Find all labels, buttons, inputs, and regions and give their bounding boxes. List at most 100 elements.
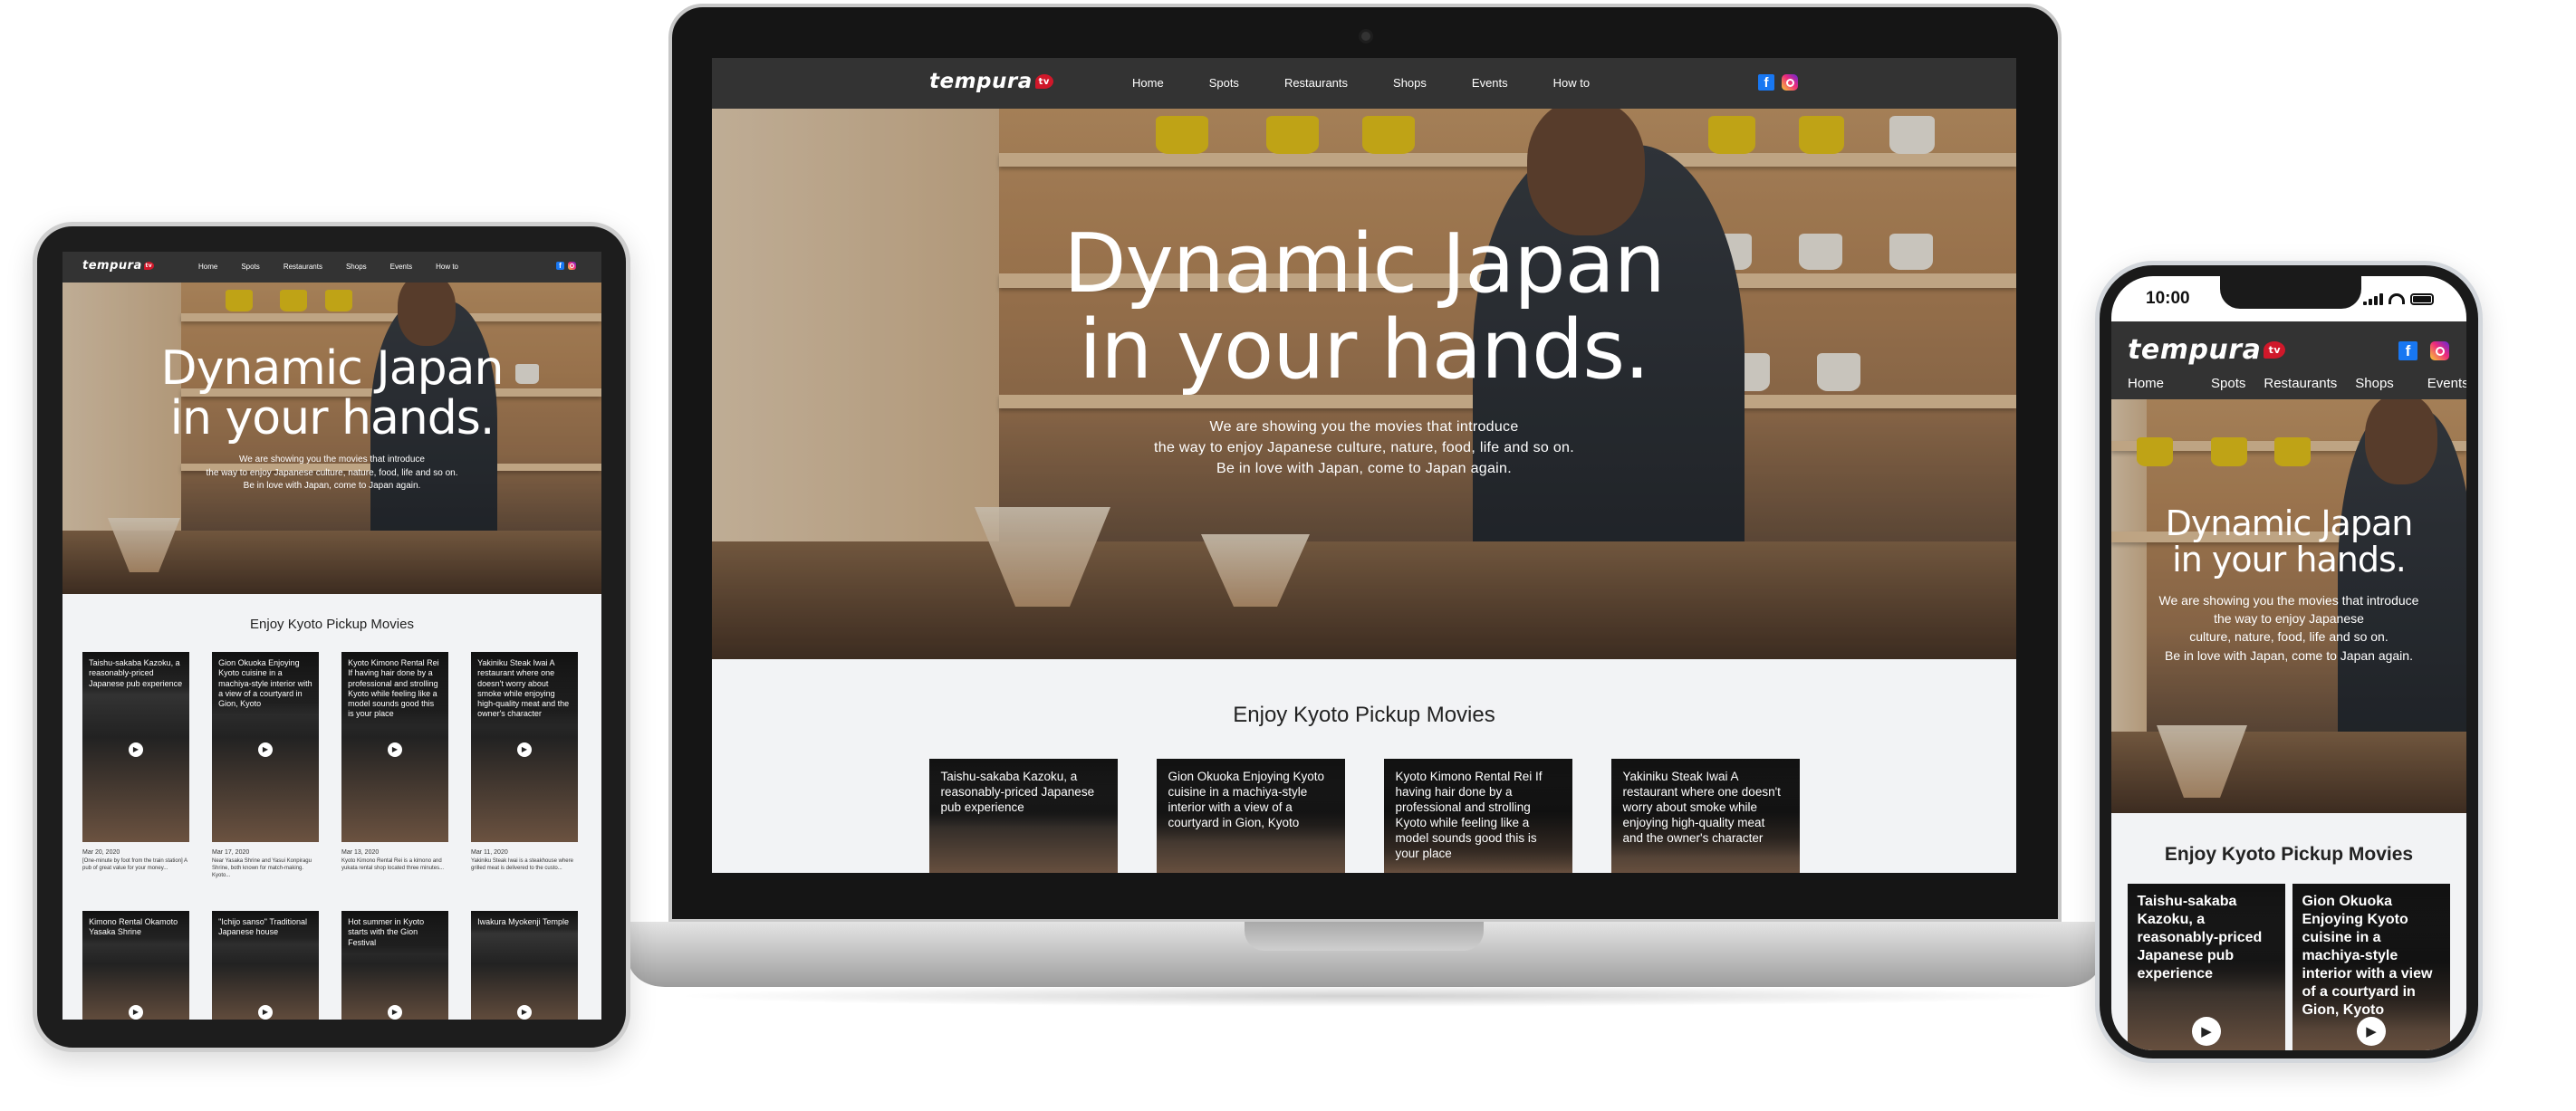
movie-card[interactable]: Yakiniku Steak Iwai A restaurant where o… bbox=[1611, 759, 1800, 873]
instagram-icon[interactable] bbox=[1782, 74, 1798, 91]
play-icon[interactable]: ▶ bbox=[388, 742, 402, 757]
movie-card[interactable]: Iwakura Myokenji Temple ▶ bbox=[471, 911, 578, 1020]
hero-desc-line3: Be in love with Japan, come to Japan aga… bbox=[1216, 461, 1512, 477]
nav-shops[interactable]: Shops bbox=[1393, 76, 1427, 90]
movie-card[interactable]: "Ichijo sanso" Traditional Japanese hous… bbox=[212, 911, 319, 1020]
nav-how-to[interactable]: How to bbox=[436, 263, 458, 271]
movie-card[interactable]: Kyoto Kimono Rental Rei If having hair d… bbox=[341, 652, 448, 842]
pickup-section: Enjoy Kyoto Pickup Movies Taishu-sakaba … bbox=[62, 594, 601, 1020]
pickup-section: Enjoy Kyoto Pickup Movies Taishu-sakaba … bbox=[2111, 813, 2466, 1050]
hero-desc-line2: the way to enjoy Japanese bbox=[2214, 611, 2364, 627]
play-icon[interactable]: ▶ bbox=[517, 1004, 532, 1020]
nav-home[interactable]: Home bbox=[1132, 76, 1164, 90]
movie-card[interactable]: Taishu-sakaba Kazoku, a reasonably-price… bbox=[2128, 884, 2285, 1050]
instagram-icon[interactable] bbox=[2430, 341, 2449, 360]
card-desc: Kyoto Kimono Rental Rei is a kimono and … bbox=[341, 858, 445, 871]
brand-logo[interactable]: tempura tv bbox=[2128, 334, 2286, 366]
movie-card[interactable]: Yakiniku Steak Iwai A restaurant where o… bbox=[471, 652, 578, 842]
nav-events[interactable]: Events bbox=[390, 263, 412, 271]
tv-badge: tv bbox=[143, 262, 154, 270]
nav-spots[interactable]: Spots bbox=[1209, 76, 1239, 90]
card-title: Kyoto Kimono Rental Rei If having hair d… bbox=[1384, 759, 1572, 873]
section-title: Enjoy Kyoto Pickup Movies bbox=[2164, 844, 2414, 865]
nav-restaurants[interactable]: Restaurants bbox=[1284, 76, 1348, 90]
phone-screen: tempura tv f Home Spots Restaurants Shop… bbox=[2111, 321, 2466, 1050]
card-title: Taishu-sakaba Kazoku, a reasonably-price… bbox=[2128, 884, 2285, 993]
nav-restaurants[interactable]: Restaurants bbox=[284, 263, 322, 271]
brand-name: tempura bbox=[82, 259, 142, 273]
nav-shops[interactable]: Shops bbox=[2355, 376, 2394, 391]
nav-how-to[interactable]: How to bbox=[1553, 76, 1590, 90]
play-icon[interactable]: ▶ bbox=[517, 742, 532, 757]
facebook-icon[interactable]: f bbox=[556, 262, 564, 270]
movie-card[interactable]: Gion Okuoka Enjoying Kyoto cuisine in a … bbox=[2292, 884, 2450, 1050]
card-row: Taishu-sakaba Kazoku, a reasonably-price… bbox=[929, 759, 1800, 873]
movie-card[interactable]: Hot summer in Kyoto starts with the Gion… bbox=[341, 911, 448, 1020]
hero-desc-line3: culture, nature, food, life and so on. bbox=[2189, 629, 2389, 645]
hero-text: Dynamic Japan in your hands. We are show… bbox=[712, 221, 2016, 480]
phone-notch bbox=[2220, 276, 2361, 309]
hero-text: Dynamic Japan in your hands. We are show… bbox=[2111, 505, 2466, 665]
movie-card[interactable]: Kimono Rental Okamoto Yasaka Shrine ▶ bbox=[82, 911, 189, 1020]
nav-events[interactable]: Events bbox=[1472, 76, 1508, 90]
hero-desc-line1: We are showing you the movies that intro… bbox=[1209, 419, 1519, 435]
play-icon[interactable]: ▶ bbox=[2357, 1016, 2386, 1046]
social-links: f bbox=[556, 262, 576, 270]
card-date: Mar 20, 2020 bbox=[82, 849, 120, 856]
brand-logo[interactable]: tempura tv bbox=[82, 259, 154, 273]
hero-banner: Dynamic Japan in your hands. We are show… bbox=[2111, 399, 2466, 813]
laptop-nav: tempura tv Home Spots Restaurants Shops … bbox=[712, 58, 2016, 109]
facebook-icon[interactable]: f bbox=[2398, 341, 2417, 360]
hero-banner: Dynamic Japan in your hands. We are show… bbox=[712, 109, 2016, 659]
section-title: Enjoy Kyoto Pickup Movies bbox=[1233, 703, 1495, 727]
nav-shops[interactable]: Shops bbox=[346, 263, 367, 271]
pickup-section: Enjoy Kyoto Pickup Movies Taishu-sakaba … bbox=[712, 659, 2016, 873]
hero-title-line1: Dynamic Japan bbox=[160, 341, 505, 396]
movie-card[interactable]: Kyoto Kimono Rental Rei If having hair d… bbox=[1384, 759, 1572, 873]
battery-icon bbox=[2410, 292, 2434, 305]
card-title: Kimono Rental Okamoto Yasaka Shrine bbox=[82, 911, 189, 944]
play-icon[interactable]: ▶ bbox=[129, 742, 143, 757]
hero-desc-line3: Be in love with Japan, come to Japan aga… bbox=[243, 481, 421, 492]
card-title: Kyoto Kimono Rental Rei If having hair d… bbox=[341, 652, 448, 726]
movie-card[interactable]: Taishu-sakaba Kazoku, a reasonably-price… bbox=[929, 759, 1118, 873]
section-title: Enjoy Kyoto Pickup Movies bbox=[250, 617, 414, 632]
nav-events[interactable]: Events bbox=[2427, 376, 2466, 391]
hero-title-line2: in your hands. bbox=[169, 390, 495, 445]
card-column: Kyoto Kimono Rental Rei If having hair d… bbox=[341, 652, 448, 879]
movie-card[interactable]: Taishu-sakaba Kazoku, a reasonably-price… bbox=[82, 652, 189, 842]
laptop-shadow bbox=[670, 985, 2065, 1007]
card-column: Gion Okuoka Enjoying Kyoto cuisine in a … bbox=[212, 652, 319, 879]
movie-card[interactable]: Gion Okuoka Enjoying Kyoto cuisine in a … bbox=[212, 652, 319, 842]
nav-spots[interactable]: Spots bbox=[241, 263, 259, 271]
play-icon[interactable]: ▶ bbox=[388, 1004, 402, 1020]
tv-badge: tv bbox=[1034, 74, 1053, 89]
hero-desc-line2: the way to enjoy Japanese culture, natur… bbox=[1154, 440, 1574, 456]
play-icon[interactable]: ▶ bbox=[258, 742, 273, 757]
laptop-screen: tempura tv Home Spots Restaurants Shops … bbox=[712, 58, 2016, 873]
card-row: Taishu-sakaba Kazoku, a reasonably-price… bbox=[2128, 884, 2450, 1050]
movie-card[interactable]: Gion Okuoka Enjoying Kyoto cuisine in a … bbox=[1157, 759, 1345, 873]
card-title: Taishu-sakaba Kazoku, a reasonably-price… bbox=[82, 652, 189, 695]
brand-name: tempura bbox=[2128, 334, 2262, 366]
play-icon[interactable]: ▶ bbox=[129, 1004, 143, 1020]
facebook-icon[interactable]: f bbox=[1758, 74, 1774, 91]
status-time: 10:00 bbox=[2146, 289, 2190, 308]
tv-badge: tv bbox=[2264, 341, 2286, 359]
phone-nav-links: Home Spots Restaurants Shops Events bbox=[2128, 376, 2466, 391]
tablet-nav: tempura tv Home Spots Restaurants Shops … bbox=[62, 252, 601, 283]
instagram-icon[interactable] bbox=[568, 262, 576, 270]
tablet-screen: tempura tv Home Spots Restaurants Shops … bbox=[62, 252, 601, 1020]
nav-restaurants[interactable]: Restaurants bbox=[2264, 376, 2337, 391]
brand-logo[interactable]: tempura tv bbox=[929, 70, 1053, 93]
card-title: Yakiniku Steak Iwai A restaurant where o… bbox=[471, 652, 578, 726]
nav-spots[interactable]: Spots bbox=[2211, 376, 2245, 391]
tablet-nav-links: Home Spots Restaurants Shops Events How … bbox=[198, 263, 458, 271]
play-icon[interactable]: ▶ bbox=[2192, 1016, 2221, 1046]
play-icon[interactable]: ▶ bbox=[258, 1004, 273, 1020]
nav-home[interactable]: Home bbox=[198, 263, 217, 271]
nav-home[interactable]: Home bbox=[2128, 376, 2164, 391]
card-date: Mar 11, 2020 bbox=[471, 849, 508, 856]
signal-icon bbox=[2363, 292, 2383, 305]
card-column: Yakiniku Steak Iwai A restaurant where o… bbox=[471, 652, 578, 879]
